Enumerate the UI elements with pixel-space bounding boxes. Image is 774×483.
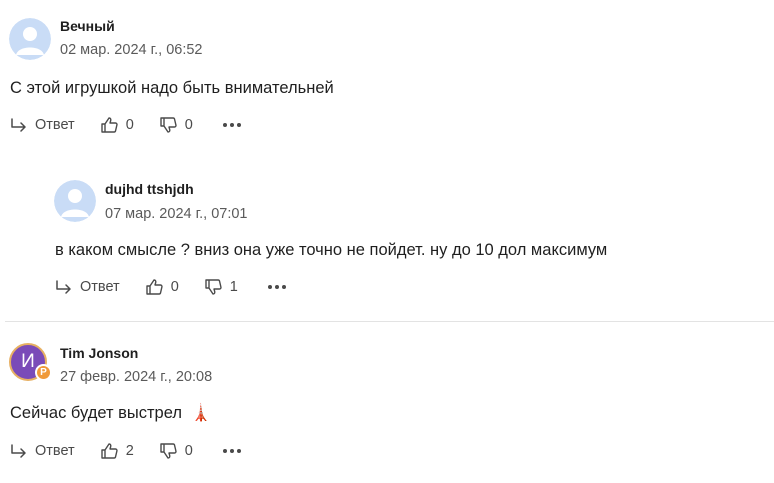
like-button[interactable]: 0 (100, 116, 134, 134)
reply-label: Ответ (35, 443, 75, 459)
like-count: 2 (125, 443, 134, 459)
like-count: 0 (170, 279, 179, 295)
reply-button[interactable]: Ответ (55, 279, 120, 295)
comment-date: 27 февр. 2024 г., 20:08 (60, 369, 213, 385)
like-button[interactable]: 2 (100, 442, 134, 460)
dislike-count: 1 (229, 279, 238, 295)
comment-text: С этой игрушкой надо быть внимательней (10, 79, 334, 97)
thumbs-down-icon (160, 443, 177, 459)
reply-label: Ответ (35, 117, 75, 133)
more-dots-icon[interactable] (222, 449, 241, 453)
comment-text: в каком смысле ? вниз она уже точно не п… (55, 241, 608, 259)
more-dots-icon[interactable] (267, 285, 286, 289)
thumbs-up-icon (100, 443, 118, 459)
comment-author[interactable]: dujhd ttshjdh (105, 181, 194, 197)
like-button[interactable]: 0 (145, 278, 179, 296)
reply-button[interactable]: Ответ (10, 117, 75, 133)
more-dots-icon[interactable] (222, 123, 241, 127)
user-placeholder-icon (9, 18, 51, 60)
comment-actions: Ответ 0 1 (55, 276, 286, 298)
rank-badge: Р (35, 364, 52, 381)
comment-author[interactable]: Вечный (60, 18, 115, 34)
thumbs-down-icon (205, 279, 222, 295)
dislike-button[interactable]: 0 (159, 116, 193, 134)
comment-actions: Ответ 0 0 (10, 114, 241, 136)
dislike-count: 0 (184, 443, 193, 459)
user-placeholder-icon (54, 180, 96, 222)
dislike-count: 0 (184, 117, 193, 133)
thumbs-down-icon (160, 117, 177, 133)
reply-arrow-icon (56, 280, 71, 294)
comment-author[interactable]: Tim Jonson (60, 345, 138, 361)
reply-button[interactable]: Ответ (10, 443, 75, 459)
thumbs-up-icon (145, 279, 163, 295)
comment-actions: Ответ 2 0 (10, 440, 241, 462)
avatar-initial: И (21, 351, 35, 372)
dislike-button[interactable]: 0 (159, 442, 193, 460)
avatar[interactable] (54, 180, 96, 222)
divider (5, 321, 774, 322)
comment-text: Сейчас будет выстрел 🗼 (10, 404, 211, 423)
tower-emoji: 🗼 (190, 404, 212, 422)
reply-label: Ответ (80, 279, 120, 295)
dislike-button[interactable]: 1 (204, 278, 238, 296)
comment-date: 07 мар. 2024 г., 07:01 (105, 206, 248, 222)
comment-date: 02 мар. 2024 г., 06:52 (60, 42, 203, 58)
avatar[interactable] (9, 18, 51, 60)
reply-arrow-icon (11, 444, 26, 458)
thumbs-up-icon (100, 117, 118, 133)
like-count: 0 (125, 117, 134, 133)
reply-arrow-icon (11, 118, 26, 132)
comment-text-body: Сейчас будет выстрел (10, 404, 182, 422)
